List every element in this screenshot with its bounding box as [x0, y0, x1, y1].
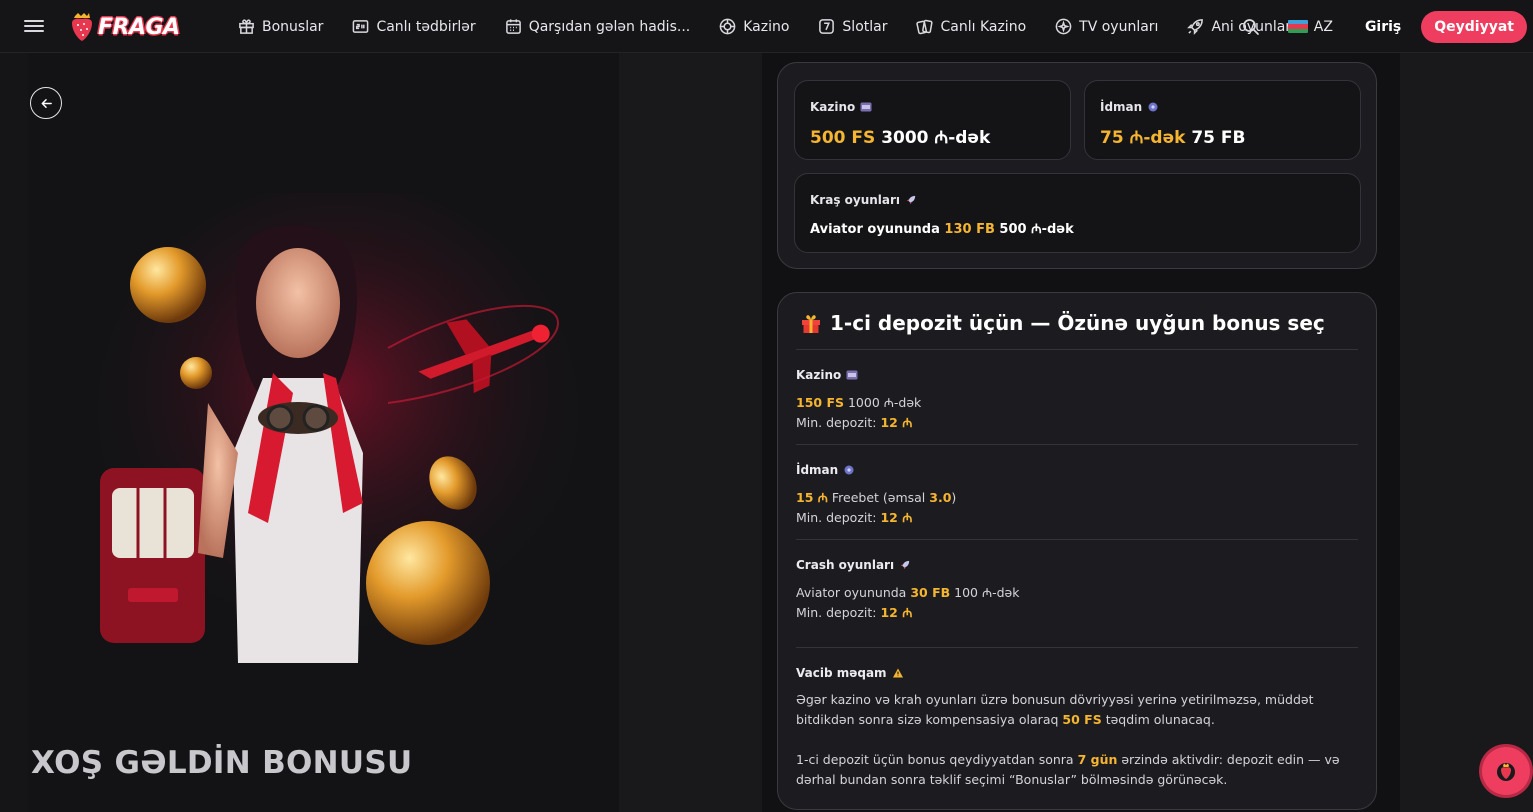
casino-chip-icon [719, 18, 736, 35]
main-nav: Bonuslar Canlı tədbirlər Qarşıdan gələn … [238, 0, 1320, 53]
deposit-casino-label: Kazino [796, 368, 842, 382]
strawberry-chat-icon [1497, 763, 1515, 781]
support-chat-button[interactable] [1482, 747, 1530, 795]
important-p1-highlight: 50 FS [1062, 712, 1102, 727]
warning-icon [892, 668, 903, 678]
summary-sport-highlight: 75 ₼-dək [1100, 128, 1186, 148]
deposit-crash-label: Crash oyunları [796, 558, 895, 572]
language-selector[interactable]: AZ [1287, 18, 1333, 35]
search-icon[interactable] [1242, 18, 1260, 36]
deposit-crash-highlight: 30 FB [910, 585, 951, 600]
deposit-crash-pre: Aviator oyununda [796, 585, 907, 600]
deposit-title: 1-ci depozit üçün — Özünə uyğun bonus se… [830, 311, 1325, 335]
rocket-icon [900, 560, 910, 570]
gift-icon [239, 19, 254, 34]
divider [796, 444, 1358, 445]
deposit-casino-min-value: 12 ₼ [880, 415, 913, 430]
deposit-sport-label: İdman [796, 463, 839, 477]
slot-machine-icon [860, 102, 872, 112]
deposit-sport-min-label: Min. depozit: [796, 510, 877, 525]
summary-casino-label: Kazino [810, 100, 856, 114]
logo-wordmark: FRAGA [98, 14, 180, 40]
left-gutter [0, 53, 28, 812]
summary-casino-rest: 3000 ₼-dək [881, 128, 991, 148]
deposit-crash-min-value: 12 ₼ [880, 605, 913, 620]
nav-casino[interactable]: Kazino [719, 0, 789, 53]
important-p1-b: təqdim olunacaq. [1105, 712, 1215, 727]
soccer-ball-icon [1148, 102, 1158, 112]
summary-casino-highlight: 500 FS [810, 128, 876, 148]
nav-slots[interactable]: Slotlar [818, 0, 887, 53]
top-navigation-bar: FRAGA Bonuslar Canlı tədbirlər Qarşıdan … [0, 0, 1533, 53]
welcome-hero: XOŞ GƏLDİN BONUSU [28, 53, 619, 812]
arrow-left-icon [41, 98, 52, 108]
summary-crash-label: Kraş oyunları [810, 193, 901, 207]
deposit-casino-section: Kazino 150 FS 1000 ₼-dək Min. depozit: 1… [796, 367, 1358, 433]
deposit-crash-section: Crash oyunları Aviator oyununda 30 FB 10… [796, 557, 1358, 623]
deposit-crash-rest: 100 ₼-dək [954, 585, 1020, 600]
nav-bonuses[interactable]: Bonuslar [238, 0, 323, 53]
summary-crash-rest: 500 ₼-dək [999, 222, 1074, 237]
divider [796, 349, 1358, 350]
language-code: AZ [1313, 18, 1333, 35]
strawberry-logo-icon [72, 13, 92, 41]
divider [796, 647, 1358, 648]
summary-sport: İdman 75 ₼-dək 75 FB [1084, 80, 1361, 160]
slot-machine-icon [846, 370, 858, 380]
deposit-sport-highlight: 15 ₼ [796, 490, 828, 505]
slot-seven-icon [819, 19, 835, 34]
deposit-sport-rest-a: Freebet (əmsal [831, 490, 926, 505]
important-p2-highlight: 7 gün [1077, 752, 1118, 767]
deposit-casino-highlight: 150 FS [796, 395, 844, 410]
deposit-sport-rest-b: ) [951, 490, 957, 505]
back-button[interactable] [30, 87, 62, 119]
divider [796, 539, 1358, 540]
calendar-icon [505, 19, 521, 34]
nav-live-casino[interactable]: Canlı Kazino [916, 0, 1026, 53]
menu-icon[interactable] [24, 17, 44, 35]
nav-upcoming-events-label: Qarşıdan gələn hadis... [528, 18, 691, 35]
nav-slots-label: Slotlar [842, 18, 888, 35]
hero-illustration [98, 193, 578, 663]
rocket-icon [906, 195, 916, 205]
important-p1-a: Əgər kazino və krah oyunları üzrə bonusu… [796, 692, 1314, 727]
nav-bonuses-label: Bonuslar [262, 18, 324, 35]
nav-tv-games[interactable]: TV oyunları [1055, 0, 1158, 53]
tv-games-icon [1055, 18, 1072, 35]
deposit-sport-min-value: 12 ₼ [880, 510, 913, 525]
bonus-summary-card: Kazino 500 FS 3000 ₼-dək İdman 75 ₼-dək … [777, 62, 1377, 269]
deposit-crash-min-label: Min. depozit: [796, 605, 877, 620]
register-button[interactable]: Qeydiyyat [1421, 10, 1527, 43]
header-actions: AZ Giriş Qeydiyyat [1242, 0, 1527, 53]
hero-title: XOŞ GƏLDİN BONUSU [31, 745, 413, 781]
first-deposit-card: 1-ci depozit üçün — Özünə uyğun bonus se… [777, 292, 1377, 810]
logo[interactable]: FRAGA [68, 10, 180, 44]
azerbaijan-flag-icon [1287, 20, 1308, 33]
deposit-sport-coef: 3.0 [929, 490, 952, 505]
summary-crash: Kraş oyunları Aviator oyununda 130 FB 50… [794, 173, 1361, 253]
important-note-section: Vacib məqam Əgər kazino və krah oyunları… [796, 665, 1358, 790]
nav-casino-label: Kazino [743, 18, 790, 35]
nav-live-events[interactable]: Canlı tədbirlər [352, 0, 476, 53]
deposit-casino-rest: 1000 ₼-dək [847, 395, 922, 410]
nav-upcoming-events[interactable]: Qarşıdan gələn hadis... [505, 0, 691, 53]
summary-crash-pre: Aviator oyununda [810, 222, 940, 237]
summary-crash-highlight: 130 FB [944, 222, 995, 237]
important-p2-a: 1-ci depozit üçün bonus qeydiyyatdan son… [796, 752, 1074, 767]
deposit-sport-section: İdman 15 ₼ Freebet (əmsal 3.0) Min. depo… [796, 462, 1358, 528]
nav-tv-games-label: TV oyunları [1079, 18, 1159, 35]
deposit-casino-min-label: Min. depozit: [796, 415, 877, 430]
summary-sport-rest: 75 FB [1191, 128, 1246, 148]
live-score-icon [353, 20, 369, 33]
nav-live-casino-label: Canlı Kazino [940, 18, 1027, 35]
rocket-icon [1187, 19, 1204, 35]
soccer-ball-icon [844, 465, 854, 475]
summary-casino: Kazino 500 FS 3000 ₼-dək [794, 80, 1071, 160]
cards-icon [916, 19, 934, 35]
gift-icon [802, 315, 820, 333]
nav-live-events-label: Canlı tədbirlər [376, 18, 476, 35]
summary-sport-label: İdman [1100, 100, 1143, 114]
important-note-label: Vacib məqam [796, 666, 887, 680]
login-button[interactable]: Giriş [1365, 19, 1401, 35]
